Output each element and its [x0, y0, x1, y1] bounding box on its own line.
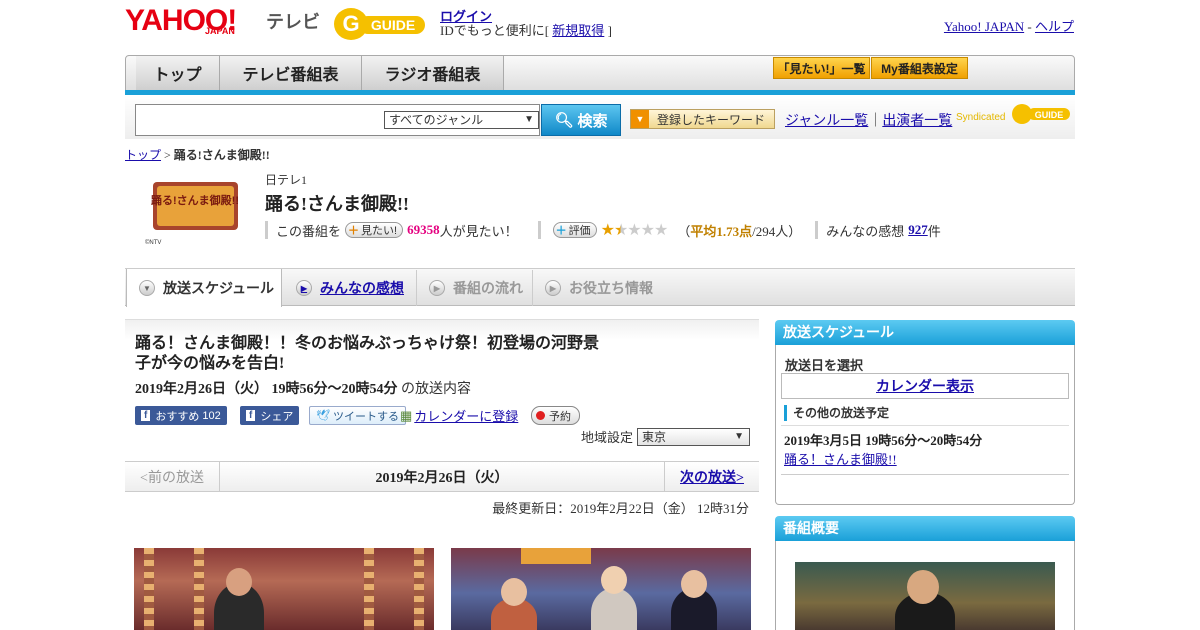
help-link[interactable]: ヘルプ	[1035, 19, 1074, 34]
plus-icon: ＋	[348, 225, 360, 237]
svg-text:Syndicated: Syndicated	[956, 112, 1005, 123]
svg-text:©NTV: ©NTV	[145, 239, 161, 246]
plus-icon: ＋	[555, 225, 567, 237]
episode-nav: <前の放送 2019年2月26日（火） 次の放送>	[125, 461, 759, 492]
calendar-icon: ▦	[400, 407, 413, 423]
gguide-text: GUIDE	[371, 17, 415, 33]
tab-useful-info[interactable]: ▶ お役立ち情報	[532, 270, 662, 306]
triangle-down-icon: ▼	[631, 110, 649, 128]
genre-list-link[interactable]: ジャンル一覧	[785, 114, 868, 129]
login-note: IDでもっと便利に[ 新規取得 ]	[440, 23, 612, 38]
episode-image-2	[451, 548, 751, 630]
next-broadcast-link[interactable]: 次の放送>	[680, 467, 744, 487]
cast-list-link[interactable]: 出演者一覧	[882, 114, 952, 129]
gguide-logo[interactable]: G GUIDE	[333, 6, 433, 42]
want-count: 69358	[407, 222, 440, 237]
facebook-icon: f	[246, 410, 256, 421]
nav-tab-tv[interactable]: テレビ番組表	[220, 56, 362, 90]
chevron-down-icon: ▼	[524, 114, 534, 125]
program-thumbnail: 踊る!さんま御殿!! ©NTV	[143, 170, 248, 246]
my-schedule-button[interactable]: My番組表設定	[871, 57, 968, 79]
nav-tab-radio[interactable]: ラジオ番組表	[362, 56, 504, 90]
search-button[interactable]: 🔍︎ 検索	[541, 104, 621, 136]
rating-count: /294人）	[752, 223, 802, 239]
breadcrumb: トップ > 踊る!さんま御殿!!	[125, 148, 270, 162]
tab-flow[interactable]: ▶ 番組の流れ	[416, 270, 532, 306]
region-select[interactable]: 東京 ▼	[637, 427, 751, 446]
prev-broadcast: <前の放送	[125, 462, 220, 491]
register-link[interactable]: 新規取得	[552, 23, 604, 38]
syndicated-gguide-logo: Syndicated GUIDE	[956, 104, 1070, 124]
tab-impressions[interactable]: ▶ みんなの感想	[284, 270, 414, 306]
select-date-label: 放送日を選択	[785, 358, 864, 373]
episode-title: 踊る！さんま御殿！！冬のお悩みぶっちゃけ祭！初登場の河野景子が今の悩みを告白!	[135, 335, 600, 372]
search-icon: 🔍︎	[554, 112, 574, 129]
other-broadcast: 踊る！さんま御殿!!	[784, 449, 897, 468]
yahoo-japan-link[interactable]: Yahoo! JAPAN	[944, 19, 1024, 34]
star-icon: ★	[640, 222, 655, 239]
breadcrumb-top-link[interactable]: トップ	[125, 148, 161, 162]
nav-tab-top[interactable]: トップ	[136, 56, 220, 90]
tab-schedule[interactable]: ▼ 放送スケジュール	[126, 269, 282, 307]
want-button[interactable]: ＋見たい!	[345, 222, 404, 238]
channel-name: 日テレ1	[265, 173, 308, 187]
program-meta-row: この番組を ＋見たい! 69358 人が見たい！ ＋評価 ★★★★★ （平均1.7…	[265, 221, 941, 239]
want-list-button[interactable]: 「見たい!」一覧	[773, 57, 870, 79]
calendar-view-link[interactable]: カレンダー表示	[876, 376, 974, 396]
last-updated: 最終更新日：2019年2月22日（金） 12時31分	[492, 501, 749, 516]
overview-image	[795, 562, 1055, 630]
search-links: ジャンル一覧｜出演者一覧	[785, 114, 953, 129]
facebook-recommend-button[interactable]: f おすすめ 102	[135, 406, 227, 425]
twitter-bird-icon: 🕊︎	[316, 410, 330, 422]
rating-average: 平均1.73点	[690, 223, 753, 239]
facebook-icon: f	[141, 410, 151, 421]
yahoo-japan-text: JAPAN	[205, 26, 235, 36]
header-links: Yahoo! JAPAN - ヘルプ	[943, 19, 1074, 34]
star-icon: ★	[627, 222, 641, 239]
region-setting: 地域設定 東京 ▼	[581, 427, 751, 446]
svg-text:GUIDE: GUIDE	[1035, 110, 1064, 120]
tv-label: テレビ	[266, 12, 320, 32]
other-broadcasts-header: その他の放送予定	[784, 405, 889, 421]
chevron-down-icon: ▼	[734, 430, 745, 442]
record-icon	[536, 411, 545, 420]
other-broadcast-link[interactable]: 踊る！さんま御殿!!	[784, 452, 897, 467]
episode-datetime: 2019年2月26日（火） 19時56分～20時54分 の放送内容	[135, 382, 471, 397]
svg-text:G: G	[342, 11, 359, 36]
star-icon: ★	[613, 222, 628, 239]
play-icon: ▶	[429, 280, 445, 296]
program-title: 踊る!さんま御殿!!	[265, 194, 409, 214]
star-icon: ★	[600, 222, 615, 239]
overview-panel-header: 番組概要	[775, 516, 1075, 541]
schedule-panel-header: 放送スケジュール	[775, 320, 1075, 345]
episode-image-1	[134, 548, 434, 630]
calendar-view-button[interactable]: カレンダー表示	[781, 373, 1069, 399]
calendar-register: ▦ カレンダーに登録	[400, 406, 518, 425]
reserve-button[interactable]: 予約	[531, 406, 580, 425]
tweet-button[interactable]: 🕊︎ ツイートする	[309, 406, 406, 425]
play-icon: ▶	[545, 280, 561, 296]
rate-button[interactable]: ＋評価	[552, 222, 597, 238]
star-icon: ★	[653, 222, 668, 239]
genre-select[interactable]: すべてのジャンル ▼	[384, 111, 539, 129]
next-broadcast[interactable]: 次の放送>	[664, 462, 759, 491]
calendar-register-link[interactable]: カレンダーに登録	[414, 406, 518, 425]
other-broadcast-time: 2019年3月5日 19時56分～20時54分	[784, 433, 983, 448]
chevron-down-icon: ▼	[139, 280, 155, 296]
rating-stars: ★★★★★	[600, 220, 669, 240]
impressions-count-link[interactable]: 927	[908, 222, 928, 238]
keyword-button[interactable]: ▼ 登録したキーワード	[630, 109, 775, 129]
current-broadcast-date: 2019年2月26日（火）	[375, 470, 509, 486]
thumb-logo-text: 踊る!さんま御殿!!	[151, 193, 239, 207]
facebook-share-button[interactable]: f シェア	[240, 406, 300, 425]
play-icon: ▶	[296, 280, 312, 296]
breadcrumb-current: 踊る!さんま御殿!!	[173, 148, 270, 162]
